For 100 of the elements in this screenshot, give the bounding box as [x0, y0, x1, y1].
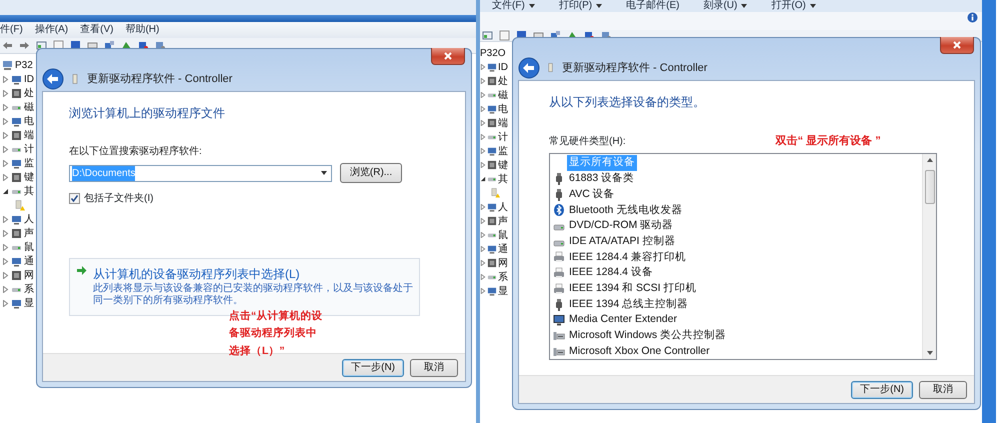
tree-item[interactable]: 鼠 — [24, 240, 34, 254]
menu-item[interactable]: 电子邮件(E) — [626, 1, 680, 11]
tree-item[interactable]: ID — [24, 72, 34, 86]
menu-item[interactable]: 帮助(H) — [125, 25, 160, 35]
tree-item[interactable]: 通 — [24, 254, 34, 268]
printer-icon — [553, 251, 565, 264]
toolbar-icon[interactable] — [138, 40, 149, 51]
tree-item[interactable]: 电 — [24, 114, 34, 128]
cancel-button[interactable]: 取消 — [410, 358, 458, 376]
browse-button[interactable]: 浏览(R)... — [340, 163, 402, 183]
tree-item[interactable]: 监 — [24, 156, 34, 170]
next-button[interactable]: 下一步(N) — [851, 380, 913, 398]
computer-icon — [2, 60, 13, 70]
toolbar-icon[interactable] — [36, 40, 47, 51]
tree-item[interactable]: 处 — [24, 86, 34, 100]
tree-item[interactable]: 处 — [498, 74, 508, 88]
tree-item[interactable]: 鼠 — [498, 228, 508, 242]
annotation-text: 双击“ 显示所有设备 ” — [776, 134, 881, 149]
tree-item[interactable]: 端 — [498, 116, 508, 130]
tree-item[interactable]: P32O — [480, 46, 506, 60]
list-item[interactable]: DVD/CD-ROM 驱动器 — [567, 218, 676, 234]
checkbox-label[interactable]: 包括子文件夹(I) — [84, 191, 154, 206]
back-button[interactable] — [518, 57, 540, 79]
plug-icon — [553, 298, 565, 311]
tree-item[interactable]: 键 — [498, 158, 508, 172]
back-button[interactable] — [42, 68, 64, 90]
list-item[interactable]: AVC 设备 — [567, 186, 617, 203]
device-icon — [487, 216, 497, 226]
close-button[interactable] — [940, 37, 974, 54]
tree-item[interactable]: 计 — [24, 142, 34, 156]
back-arrow-icon[interactable] — [2, 40, 13, 51]
tree-item[interactable]: 显 — [498, 284, 508, 298]
tree-item[interactable]: 其 — [24, 184, 34, 198]
menu-item[interactable]: 查看(V) — [80, 25, 114, 35]
list-item[interactable]: Media Center Extender — [567, 312, 679, 328]
tree-item[interactable]: 其 — [498, 172, 508, 186]
toolbar-icon[interactable] — [499, 30, 510, 41]
device-icon — [11, 228, 22, 238]
link-description: 此列表将显示与该设备兼容的已安装的驱动程序软件，以及与该设备处于同一类别下的所有驱动程序软件。 — [93, 283, 413, 307]
menu-item[interactable]: 打印(P) — [558, 1, 592, 11]
tree-item[interactable]: 键 — [24, 170, 34, 184]
printer-icon — [553, 282, 565, 295]
tree-item[interactable]: 端 — [24, 128, 34, 142]
tree-item[interactable]: 监 — [498, 144, 508, 158]
device-icon — [487, 146, 497, 156]
help-icon[interactable] — [967, 12, 978, 23]
device-icon — [11, 214, 22, 224]
tree-item[interactable]: 磁 — [24, 100, 34, 114]
close-icon — [952, 41, 962, 49]
tree-item[interactable]: 人 — [24, 212, 34, 226]
scrollbar[interactable] — [922, 154, 936, 360]
tree-item[interactable]: 人 — [498, 200, 508, 214]
link[interactable]: 从计算机的设备驱动程序列表中选择(L) — [93, 265, 413, 283]
annotation-text: 点击“从计算机的设备驱动程序列表中选择（L）” — [229, 309, 324, 359]
tree-item[interactable]: 网 — [498, 256, 508, 270]
list-item[interactable]: Bluetooth 无线电收发器 — [567, 202, 684, 218]
caret-icon — [321, 171, 327, 175]
tree-item[interactable]: 磁 — [498, 88, 508, 102]
toolbar-icon[interactable] — [482, 30, 493, 41]
tree-item[interactable]: 计 — [498, 130, 508, 144]
list-item[interactable]: 61883 设备类 — [567, 171, 636, 187]
plug-icon — [553, 173, 565, 186]
list-item[interactable]: IEEE 1394 和 SCSI 打印机 — [567, 280, 698, 297]
checkbox[interactable] — [69, 193, 80, 204]
close-icon — [443, 52, 453, 60]
cancel-button[interactable]: 取消 — [919, 380, 967, 398]
close-button[interactable] — [431, 48, 465, 65]
toolbar-icon[interactable] — [155, 40, 166, 51]
list-item[interactable]: IEEE 1284.4 设备 — [567, 265, 655, 282]
tree-item[interactable]: 声 — [24, 226, 34, 240]
list-item[interactable]: IDE ATA/ATAPI 控制器 — [567, 234, 678, 250]
tree-item[interactable]: 系 — [24, 282, 34, 296]
list-item[interactable]: IEEE 1284.4 兼容打印机 — [567, 250, 688, 266]
toolbar-icon[interactable] — [87, 40, 98, 51]
device-icon — [487, 160, 497, 170]
menu-item[interactable]: 打开(O) — [771, 1, 806, 11]
tree-item[interactable]: 显 — [24, 296, 34, 310]
list-item[interactable]: Microsoft Xbox One Controller — [567, 344, 712, 360]
dialog-title: 更新驱动程序软件 - Controller — [87, 72, 232, 87]
menu-item[interactable]: 件(F) — [0, 25, 23, 35]
next-button[interactable]: 下一步(N) — [342, 358, 404, 376]
device-icon — [487, 76, 497, 86]
list-item[interactable]: Microsoft Windows 类公共控制器 — [567, 328, 728, 344]
tree-item[interactable]: 声 — [498, 214, 508, 228]
tree-item[interactable]: 通 — [498, 242, 508, 256]
device-icon — [11, 116, 22, 126]
tree-item[interactable]: 系 — [498, 270, 508, 284]
list-item[interactable]: IEEE 1394 总线主控制器 — [567, 296, 690, 312]
tree-item[interactable]: ID — [498, 60, 508, 74]
expander-icon[interactable] — [480, 176, 486, 182]
tree-item[interactable]: 网 — [24, 268, 34, 282]
expander-icon[interactable] — [2, 188, 9, 194]
tree-item[interactable]: 电 — [498, 102, 508, 116]
tree-item[interactable]: P32 — [15, 58, 33, 72]
device-icon — [487, 62, 497, 72]
page-heading: 浏览计算机上的驱动程序文件 — [69, 105, 226, 122]
menu-item[interactable]: 操作(A) — [34, 25, 68, 35]
forward-arrow-icon[interactable] — [19, 40, 30, 51]
warning-device-icon — [490, 188, 500, 198]
plug-icon — [553, 188, 565, 201]
